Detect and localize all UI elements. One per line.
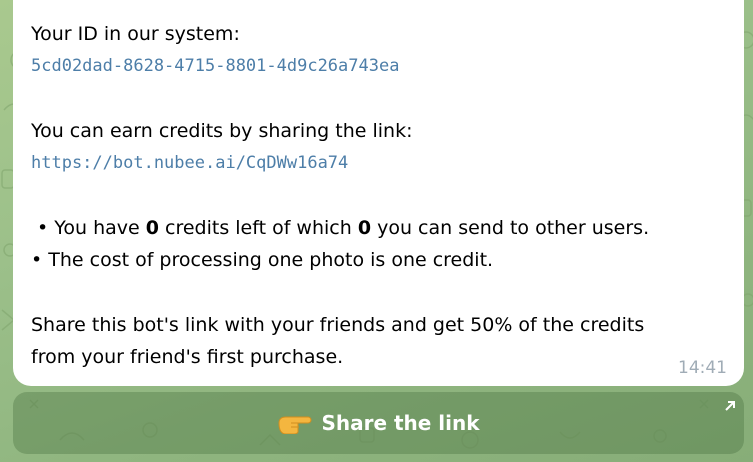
sendable-credits-count: 0 xyxy=(357,217,372,239)
credits-info-line: • You have 0 credits left of which 0 you… xyxy=(31,212,726,244)
referral-link[interactable]: https://bot.nubee.ai/CqDWw16a74 xyxy=(31,147,726,179)
credits-middle: credits left of which xyxy=(158,217,358,239)
message-bubble: Your ID in our system: 5cd02dad-8628-471… xyxy=(13,0,744,386)
credits-count: 0 xyxy=(145,217,159,239)
external-arrow-icon xyxy=(725,401,735,411)
share-link-button-label: Share the link xyxy=(321,411,480,435)
share-info-line-2: from your friend's first purchase. xyxy=(31,346,344,368)
pointing-hand-icon xyxy=(278,416,312,434)
credits-prefix: • You have xyxy=(31,217,146,239)
message-timestamp: 14:41 xyxy=(678,358,727,378)
share-link-button[interactable]: Share the link xyxy=(13,392,744,454)
credits-suffix: you can send to other users. xyxy=(371,217,650,239)
share-info-line-1: Share this bot's link with your friends … xyxy=(31,314,645,336)
id-label: Your ID in our system: xyxy=(31,23,240,45)
cost-info-line: • The cost of processing one photo is on… xyxy=(31,249,494,271)
user-id-value[interactable]: 5cd02dad-8628-4715-8801-4d9c26a743ea xyxy=(31,50,726,82)
earn-credits-label: You can earn credits by sharing the link… xyxy=(31,120,413,142)
